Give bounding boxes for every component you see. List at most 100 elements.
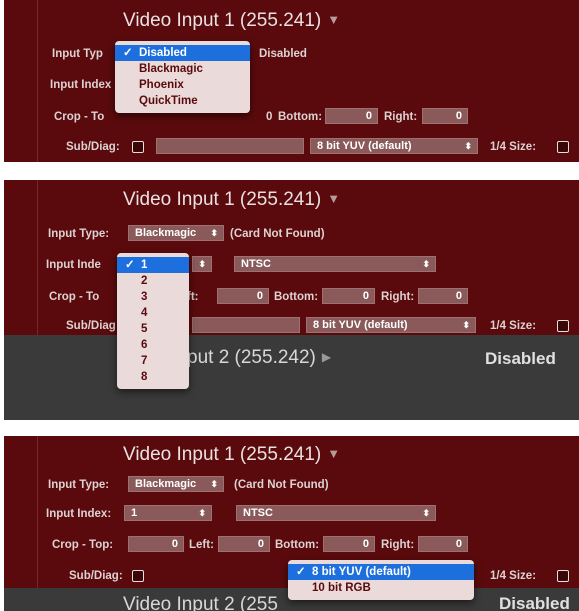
- crop-left-field[interactable]: 0: [217, 288, 269, 304]
- stepper-arrows-icon: ⬍: [198, 259, 206, 269]
- stepper-arrows-icon: ⬍: [210, 228, 218, 238]
- format-popup[interactable]: 8 bit YUV (default) ⬍: [306, 317, 476, 333]
- crop-label: Crop - To: [54, 111, 105, 123]
- menu-item-quicktime[interactable]: QuickTime: [115, 93, 250, 109]
- menu-item-blackmagic[interactable]: Blackmagic: [115, 61, 250, 77]
- title-text: Video Input 2 (255: [123, 594, 278, 611]
- crop-bottom-field[interactable]: 0: [325, 108, 378, 124]
- video-input-1-title[interactable]: Video Input 1 (255.241) ▼: [123, 10, 340, 32]
- panel-divider: [37, 436, 38, 611]
- input-index-label: Input Index:: [46, 508, 112, 520]
- crop-bottom-field[interactable]: 0: [323, 536, 375, 552]
- stepper-arrows-icon: ⬍: [210, 479, 218, 489]
- input-index-label: Input Index: [50, 79, 112, 91]
- format-popup-value: 8 bit YUV (default): [317, 140, 412, 152]
- title-text: put 2 (255.242): [187, 347, 316, 368]
- menu-item-label: 8: [141, 371, 148, 383]
- crop-right-label: Right:: [381, 291, 415, 303]
- checkmark-icon: ✓: [123, 47, 133, 59]
- video-input-1-title[interactable]: Video Input 1 (255.241) ▼: [123, 189, 340, 211]
- video-input-2-status: Disabled: [499, 594, 570, 611]
- disclosure-triangle-icon[interactable]: ▼: [327, 191, 340, 206]
- menu-item-8[interactable]: 8: [117, 369, 189, 385]
- video-input-2-title: put 2 (255.242) ▶: [187, 347, 331, 369]
- menu-item-label: 4: [141, 307, 148, 319]
- menu-item-label: 1: [141, 259, 148, 271]
- menu-item-1[interactable]: ✓ 1: [117, 257, 189, 273]
- menu-item-label: QuickTime: [139, 95, 198, 107]
- menu-item-3[interactable]: 3: [117, 289, 189, 305]
- video-input-2-bar[interactable]: put 2 (255.242) ▶ Disabled: [4, 335, 579, 420]
- menu-item-label: Blackmagic: [139, 63, 203, 75]
- menu-item-8bit-yuv[interactable]: ✓ 8 bit YUV (default): [288, 564, 474, 580]
- input-type-label: Input Typ: [52, 48, 103, 60]
- crop-bottom-label: Bottom:: [275, 539, 320, 551]
- input-type-value: Blackmagic: [135, 227, 197, 239]
- standard-popup[interactable]: NTSC ⬍: [234, 256, 436, 272]
- menu-item-label: 6: [141, 339, 148, 351]
- crop-top-field[interactable]: 0: [128, 536, 184, 552]
- sub-diag-field[interactable]: [156, 138, 304, 154]
- sub-diag-field[interactable]: [192, 317, 300, 333]
- quarter-size-checkbox[interactable]: [557, 570, 569, 582]
- sub-diag-checkbox[interactable]: [132, 141, 144, 153]
- stepper-arrows-icon: ⬍: [462, 320, 470, 330]
- menu-item-label: Disabled: [139, 47, 187, 59]
- input-type-popup[interactable]: Blackmagic ⬍: [128, 225, 224, 241]
- crop-right-label: Right:: [384, 111, 418, 123]
- input-index-popup[interactable]: 1 ⬍: [124, 505, 212, 521]
- sub-diag-label: Sub/Diag:: [69, 570, 123, 582]
- checkmark-icon: ✓: [125, 259, 135, 271]
- crop-label: Crop - To: [49, 291, 100, 303]
- format-popup[interactable]: 8 bit YUV (default) ⬍: [310, 138, 478, 154]
- quarter-size-checkbox[interactable]: [557, 320, 569, 332]
- stepper-arrows-icon: ⬍: [464, 141, 472, 151]
- crop-right-field[interactable]: 0: [418, 536, 468, 552]
- video-input-1-title[interactable]: Video Input 1 (255.241) ▼: [123, 444, 340, 466]
- crop-right-field[interactable]: 0: [422, 108, 468, 124]
- sub-diag-label: Sub/Diag: [66, 320, 116, 332]
- input-index-popup-stub[interactable]: ⬍: [192, 256, 212, 272]
- standard-value: NTSC: [241, 258, 271, 270]
- menu-item-label: 10 bit RGB: [312, 582, 371, 594]
- stepper-arrows-icon: ⬍: [422, 259, 430, 269]
- crop-label: Crop - Top:: [52, 539, 114, 551]
- menu-item-7[interactable]: 7: [117, 353, 189, 369]
- crop-bottom-label: Bottom:: [278, 111, 323, 123]
- quarter-size-label: 1/4 Size:: [490, 320, 537, 332]
- menu-item-5[interactable]: 5: [117, 321, 189, 337]
- menu-item-phoenix[interactable]: Phoenix: [115, 77, 250, 93]
- sub-diag-checkbox[interactable]: [132, 570, 144, 582]
- format-popup-value: 8 bit YUV (default): [313, 319, 408, 331]
- disclosure-triangle-icon[interactable]: ▶: [322, 350, 331, 364]
- panel-1: Video Input 1 (255.241) ▼ Input Typ Input…: [4, 0, 579, 162]
- menu-item-disabled[interactable]: ✓ Disabled: [115, 45, 250, 61]
- crop-bottom-label: Bottom:: [274, 291, 319, 303]
- menu-item-label: 3: [141, 291, 148, 303]
- sub-diag-label: Sub/Diag:: [66, 141, 120, 153]
- standard-popup[interactable]: NTSC ⬍: [236, 505, 436, 521]
- menu-item-2[interactable]: 2: [117, 273, 189, 289]
- disclosure-triangle-icon[interactable]: ▼: [327, 446, 340, 461]
- crop-bottom-field[interactable]: 0: [322, 288, 375, 304]
- input-index-label: Input Inde: [46, 259, 101, 271]
- disclosure-triangle-icon[interactable]: ▼: [327, 12, 340, 27]
- input-status: Disabled: [259, 48, 307, 60]
- standard-value: NTSC: [243, 507, 273, 519]
- video-input-2-status: Disabled: [485, 349, 556, 368]
- title-text: Video Input 1 (255.241): [123, 189, 322, 210]
- menu-item-10bit-rgb[interactable]: 10 bit RGB: [288, 580, 474, 596]
- crop-right-label: Right:: [381, 539, 415, 551]
- quarter-size-checkbox[interactable]: [557, 141, 569, 153]
- input-type-label: Input Type:: [48, 479, 110, 491]
- input-type-popup[interactable]: Blackmagic ⬍: [128, 476, 224, 492]
- panel-2: Video Input 1 (255.241) ▼ Input Type: Bla…: [4, 180, 579, 420]
- crop-left-label: Left:: [189, 539, 214, 551]
- menu-item-4[interactable]: 4: [117, 305, 189, 321]
- crop-right-field[interactable]: 0: [418, 288, 468, 304]
- menu-item-6[interactable]: 6: [117, 337, 189, 353]
- title-text: Video Input 1 (255.241): [123, 10, 322, 31]
- crop-left-field[interactable]: 0: [218, 536, 270, 552]
- card-status: (Card Not Found): [230, 228, 325, 240]
- card-status: (Card Not Found): [234, 479, 329, 491]
